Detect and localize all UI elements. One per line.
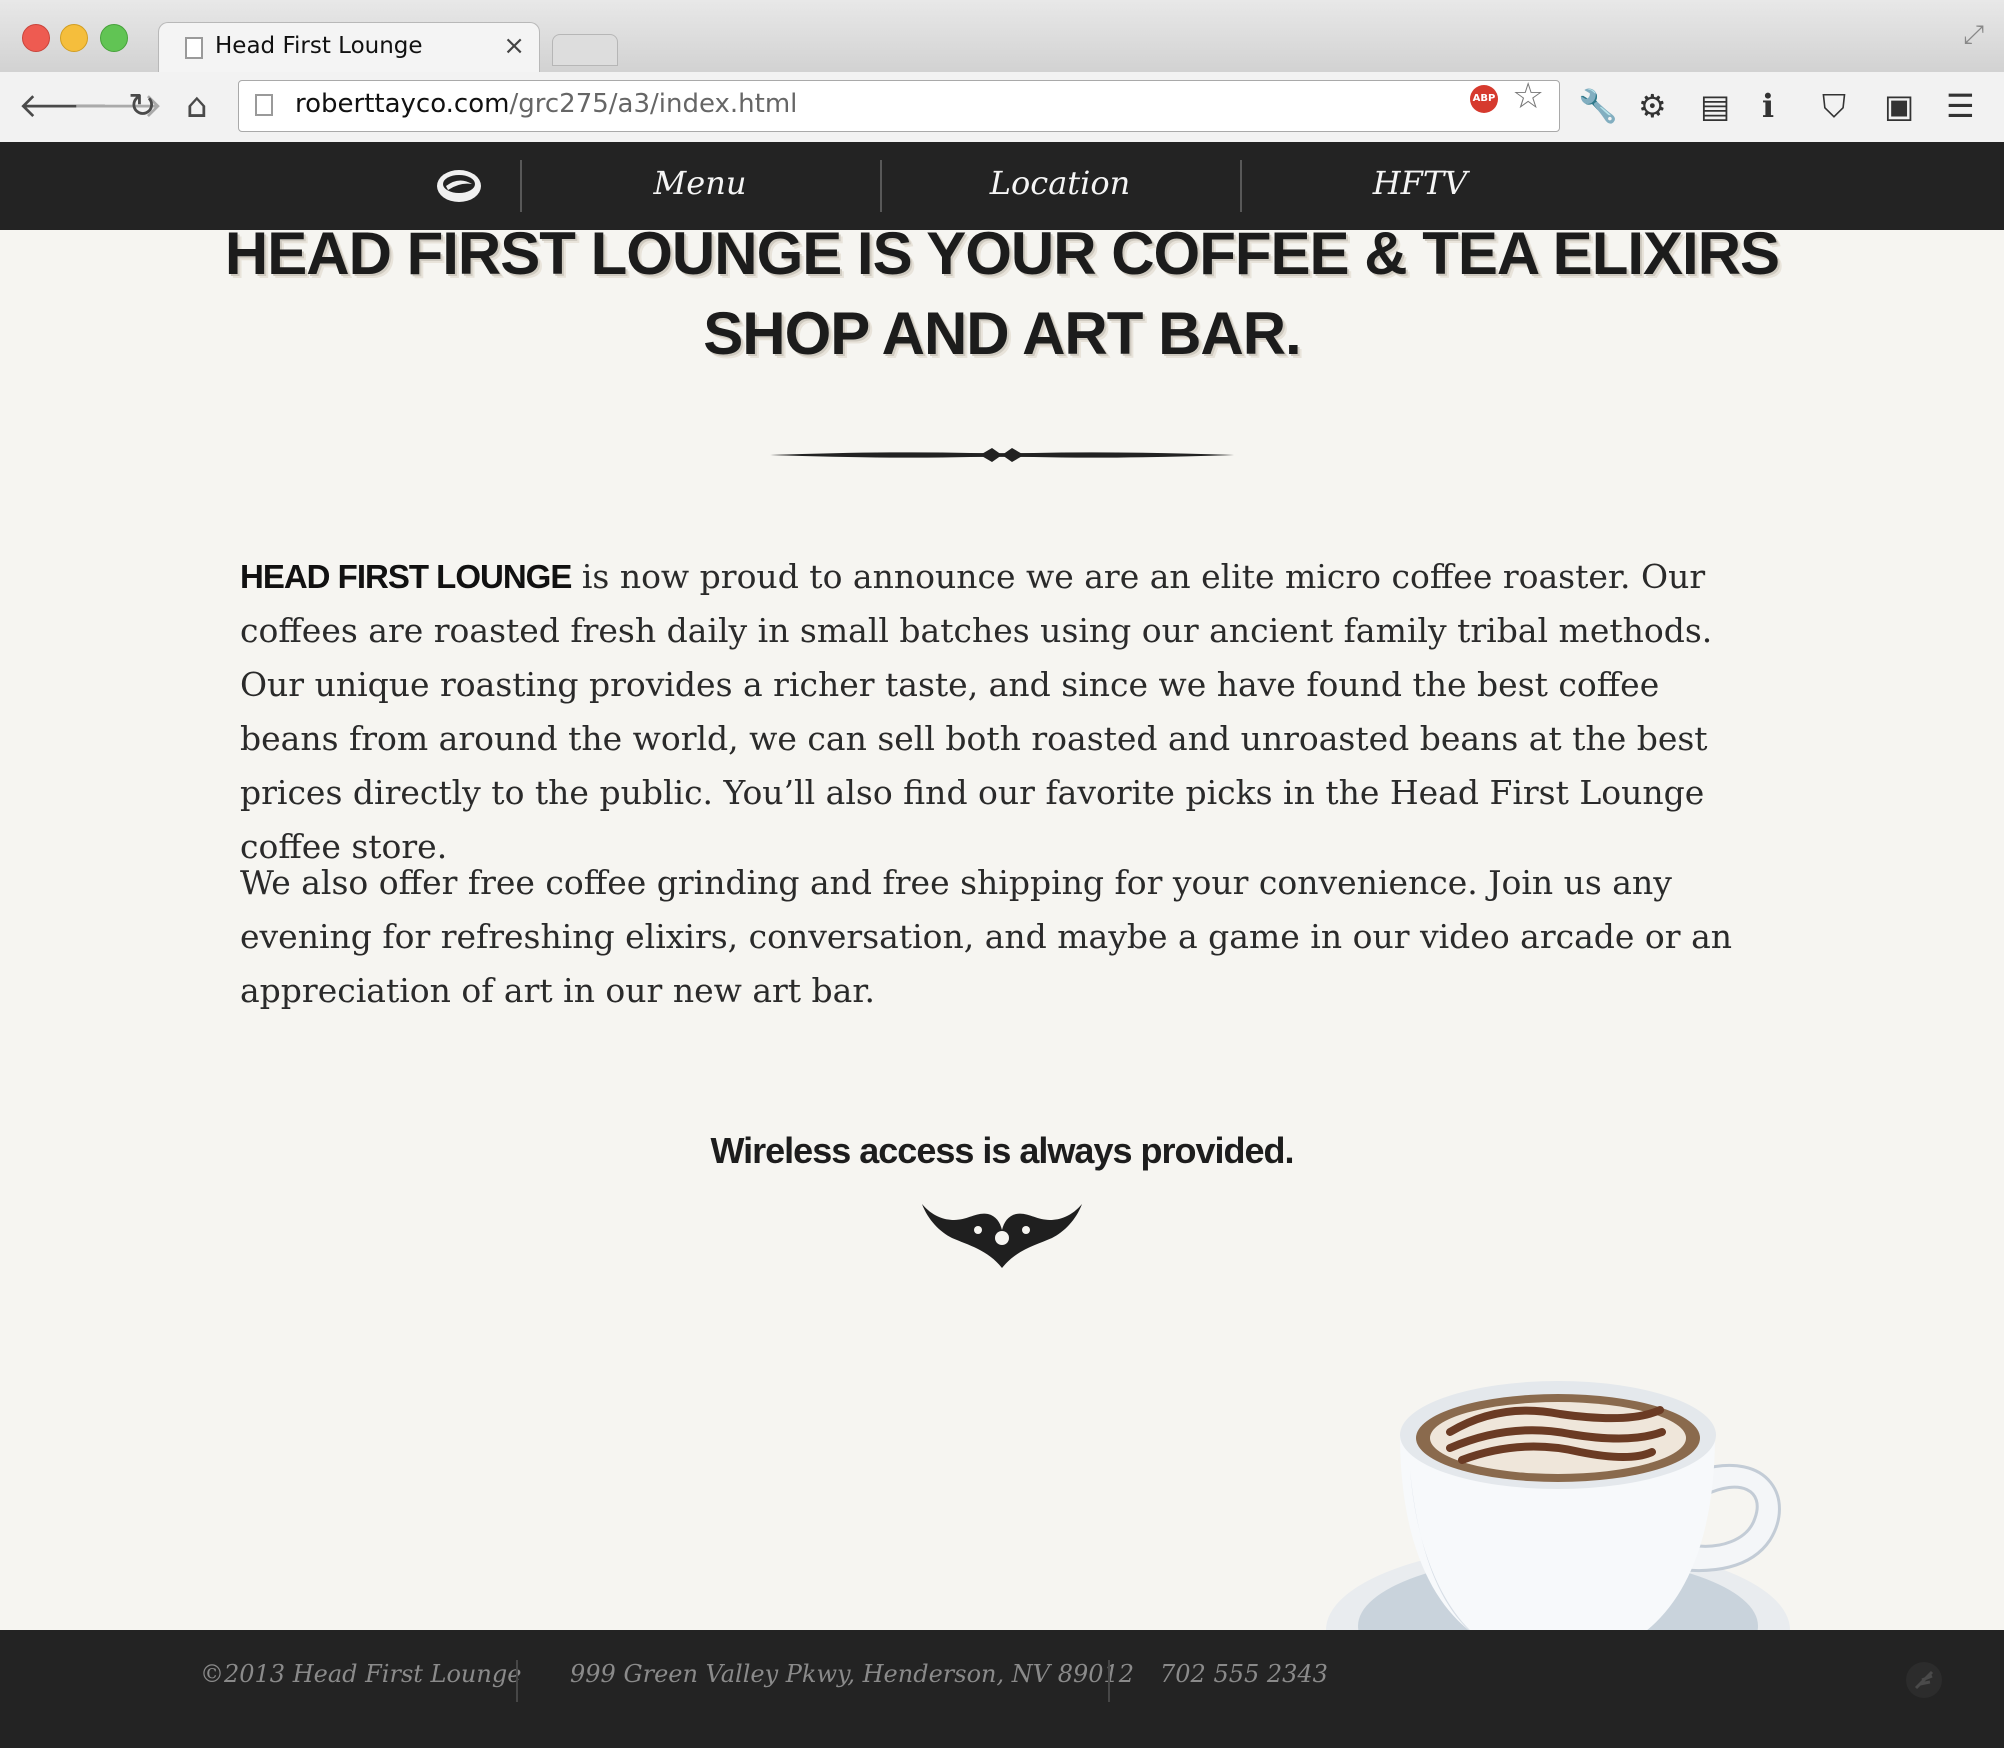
- page-headline: HEAD FIRST LOUNGE IS YOUR COFFEE & TEA E…: [224, 230, 1780, 367]
- page-icon: [185, 37, 203, 59]
- adblock-icon[interactable]: ABP: [1470, 85, 1498, 113]
- close-window-button[interactable]: [22, 24, 50, 52]
- coffee-cup-image: [1326, 1381, 1790, 1630]
- intro-text: is now proud to announce we are an elite…: [240, 557, 1713, 866]
- nav-separator: [520, 160, 522, 212]
- footer-phone: 702 555 2343: [1160, 1660, 1328, 1688]
- brand-name: HEAD FIRST LOUNGE: [240, 558, 572, 595]
- feather-icon[interactable]: [1904, 1660, 1944, 1700]
- nav-separator: [880, 160, 882, 212]
- minimize-window-button[interactable]: [60, 24, 88, 52]
- reload-icon[interactable]: ↻: [128, 86, 157, 126]
- nav-item-menu[interactable]: Menu: [560, 164, 840, 202]
- intro-paragraph: HEAD FIRST LOUNGE is now proud to announ…: [240, 550, 1760, 874]
- page-icon: [255, 94, 273, 116]
- nav-item-hftv[interactable]: HFTV: [1280, 164, 1560, 202]
- nav-item-location[interactable]: Location: [920, 164, 1200, 202]
- site-footer: ©2013 Head First Lounge 999 Green Valley…: [0, 1630, 2004, 1748]
- url-path: /grc275/a3/index.html: [509, 89, 798, 119]
- address-bar[interactable]: roberttayco.com/grc275/a3/index.html: [238, 80, 1560, 132]
- nav-separator: [1240, 160, 1242, 212]
- wrench-icon[interactable]: 🔧: [1578, 86, 1618, 126]
- tab-title: Head First Lounge: [215, 33, 423, 59]
- new-tab-button[interactable]: [552, 34, 618, 66]
- ornamental-divider: [770, 448, 1234, 462]
- offer-paragraph: We also offer free coffee grinding and f…: [240, 863, 1732, 1010]
- footer-separator: [516, 1660, 518, 1702]
- bookmark-star-icon[interactable]: ☆: [1512, 76, 1544, 117]
- browser-titlebar: Head First Lounge × ⤢: [0, 0, 2004, 75]
- wireless-note: Wireless access is always provided.: [710, 1130, 1294, 1171]
- tab-close-icon[interactable]: ×: [503, 31, 525, 61]
- url-domain: roberttayco.com: [295, 89, 510, 119]
- evernote-icon[interactable]: ▣: [1884, 86, 1914, 126]
- pocket-icon[interactable]: ⛉: [1822, 86, 1846, 126]
- gear-icon[interactable]: ⚙: [1638, 86, 1667, 126]
- flourish-ornament-icon: [922, 1204, 1082, 1268]
- browser-toolbar: 🡐 🡒 ↻ ⌂ roberttayco.com/grc275/a3/index.…: [0, 72, 2004, 143]
- zoom-window-button[interactable]: [100, 24, 128, 52]
- home-icon[interactable]: ⌂: [186, 86, 208, 126]
- calendar-icon[interactable]: ▤: [1700, 86, 1730, 126]
- url-text[interactable]: roberttayco.com/grc275/a3/index.html: [295, 89, 797, 119]
- footer-address: 999 Green Valley Pkwy, Henderson, NV 890…: [570, 1660, 1135, 1688]
- site-nav: Menu Location HFTV: [0, 142, 2004, 230]
- fullscreen-icon[interactable]: ⤢: [1963, 20, 1984, 51]
- coffee-cup-logo-icon[interactable]: [434, 164, 484, 208]
- footer-separator: [1108, 1660, 1110, 1702]
- main-content: HEAD FIRST LOUNGE IS YOUR COFFEE & TEA E…: [0, 230, 2004, 1630]
- info-icon[interactable]: ℹ: [1762, 86, 1774, 126]
- browser-tab[interactable]: Head First Lounge ×: [158, 22, 540, 75]
- footer-copyright: ©2013 Head First Lounge: [200, 1660, 522, 1688]
- menu-hamburger-icon[interactable]: ☰: [1946, 86, 1975, 126]
